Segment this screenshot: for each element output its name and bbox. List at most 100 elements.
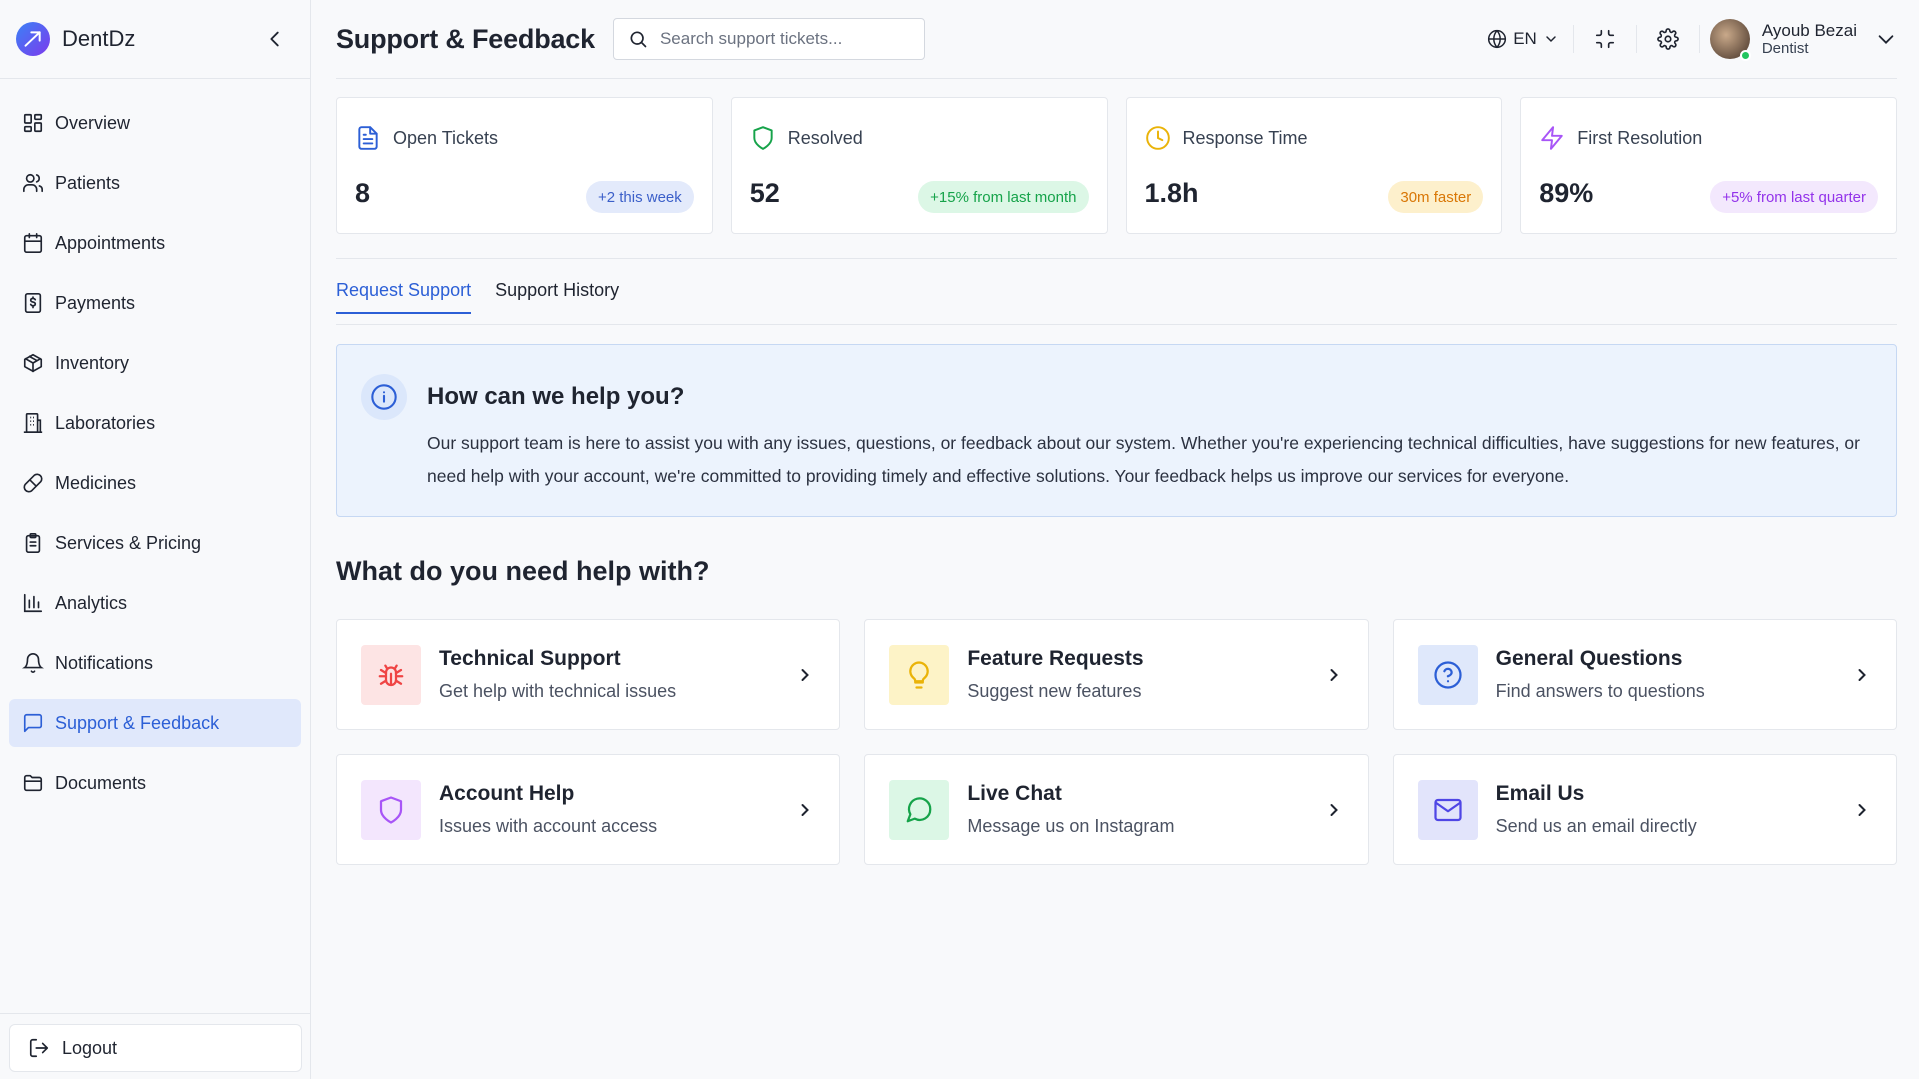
logout-button[interactable]: Logout [9, 1024, 302, 1072]
stat-label: Resolved [787, 127, 863, 148]
chevron-right-icon [1324, 800, 1344, 820]
sidebar-item-laboratories[interactable]: Laboratories [9, 399, 301, 447]
stat-card-open-tickets: Open Tickets 8 +2 this week [336, 97, 713, 234]
sidebar-item-patients[interactable]: Patients [9, 159, 301, 207]
sidebar-footer: Logout [0, 1013, 311, 1079]
avatar [1709, 19, 1751, 61]
message-square-icon [21, 711, 45, 735]
card-description: Message us on Instagram [967, 816, 1175, 836]
info-body: Our support team is here to assist you w… [427, 433, 1860, 486]
card-description: Send us an email directly [1495, 816, 1697, 836]
help-card-general-questions[interactable]: General Questions Find answers to questi… [1392, 619, 1897, 730]
user-menu[interactable]: Ayoub Bezai Dentist [1700, 19, 1897, 61]
chevron-down-icon [1543, 31, 1559, 47]
stat-value: 1.8h [1144, 178, 1199, 208]
stat-badge: +5% from last quarter [1710, 181, 1878, 213]
fullscreen-toggle-button[interactable] [1574, 19, 1636, 59]
sidebar-item-services-pricing[interactable]: Services & Pricing [9, 519, 301, 567]
sidebar: DentDz Overview Patients Appointments Pa… [0, 0, 311, 1079]
stat-label: Response Time [1182, 127, 1308, 148]
lightbulb-icon [889, 644, 950, 705]
clipboard-icon [21, 531, 45, 555]
card-title: Feature Requests [967, 647, 1144, 670]
language-label: EN [1513, 29, 1537, 48]
mail-icon [1417, 779, 1478, 840]
help-options-grid: Technical Support Get help with technica… [336, 619, 1897, 865]
stat-card-resolved: Resolved 52 +15% from last month [730, 97, 1108, 234]
sidebar-item-appointments[interactable]: Appointments [9, 219, 301, 267]
bug-icon [361, 644, 421, 705]
zap-icon [1539, 125, 1565, 151]
globe-icon [1487, 29, 1507, 49]
stat-badge: 30m faster [1388, 181, 1484, 213]
language-selector[interactable]: EN [1473, 29, 1573, 49]
sidebar-item-inventory[interactable]: Inventory [9, 339, 301, 387]
grid-icon [21, 111, 45, 135]
help-card-email-us[interactable]: Email Us Send us an email directly [1392, 754, 1897, 865]
chevron-right-icon [795, 665, 815, 685]
search-input[interactable] [659, 29, 910, 49]
info-icon [361, 374, 407, 420]
sidebar-item-label: Services & Pricing [55, 532, 202, 553]
dollar-receipt-icon [21, 291, 45, 315]
card-title: Account Help [439, 782, 575, 805]
sidebar-item-medicines[interactable]: Medicines [9, 459, 301, 507]
search-box[interactable] [612, 18, 925, 60]
stat-label: Open Tickets [393, 127, 499, 148]
help-card-account-help[interactable]: Account Help Issues with account access [336, 754, 841, 865]
search-icon [628, 29, 648, 49]
sidebar-item-payments[interactable]: Payments [9, 279, 301, 327]
sidebar-item-analytics[interactable]: Analytics [9, 579, 301, 627]
sidebar-item-label: Analytics [55, 592, 128, 613]
top-bar: Support & Feedback EN Ayoub B [336, 0, 1897, 79]
sidebar-item-support-feedback[interactable]: Support & Feedback [9, 699, 301, 747]
gear-icon [1656, 28, 1679, 50]
box-icon [21, 351, 45, 375]
top-right-controls: EN Ayoub Bezai Dentist [1473, 0, 1897, 79]
card-description: Issues with account access [439, 816, 658, 836]
sidebar-item-label: Medicines [55, 472, 137, 493]
minimize-icon [1594, 28, 1616, 50]
sidebar-item-documents[interactable]: Documents [9, 759, 301, 807]
card-description: Get help with technical issues [439, 681, 677, 701]
help-circle-icon [1417, 644, 1478, 705]
help-card-technical-support[interactable]: Technical Support Get help with technica… [336, 619, 841, 730]
bar-chart-icon [21, 591, 45, 615]
sidebar-nav: Overview Patients Appointments Payments … [0, 79, 310, 807]
sidebar-item-label: Appointments [55, 232, 166, 253]
card-title: Live Chat [967, 782, 1062, 805]
logout-icon [28, 1037, 50, 1059]
stat-label: First Resolution [1577, 127, 1703, 148]
main-content: Support & Feedback EN Ayoub B [312, 0, 1919, 1079]
calendar-icon [21, 231, 45, 255]
sidebar-item-label: Inventory [55, 352, 130, 373]
clock-icon [1145, 125, 1171, 151]
stat-badge: +15% from last month [918, 181, 1089, 213]
sidebar-item-label: Documents [55, 772, 147, 793]
sidebar-item-label: Support & Feedback [55, 712, 220, 733]
brand: DentDz [0, 0, 310, 79]
info-title: How can we help you? [427, 383, 685, 410]
settings-button[interactable] [1637, 19, 1699, 59]
support-tabs: Request Support Support History [336, 268, 1897, 325]
sidebar-item-notifications[interactable]: Notifications [9, 639, 301, 687]
help-card-feature-requests[interactable]: Feature Requests Suggest new features [864, 619, 1369, 730]
sidebar-item-label: Notifications [55, 652, 154, 673]
stats-row: Open Tickets 8 +2 this week Resolved 52 … [336, 97, 1897, 234]
tab-request-support[interactable]: Request Support [336, 268, 472, 314]
chevron-right-icon [795, 800, 815, 820]
brand-name: DentDz [62, 26, 136, 51]
card-description: Suggest new features [967, 681, 1142, 701]
brand-logo-icon [16, 22, 50, 56]
sidebar-item-label: Payments [55, 292, 136, 313]
sidebar-item-label: Patients [55, 172, 121, 193]
card-title: Technical Support [439, 647, 621, 670]
message-circle-icon [889, 779, 950, 840]
tab-support-history[interactable]: Support History [495, 268, 619, 313]
help-card-live-chat[interactable]: Live Chat Message us on Instagram [864, 754, 1369, 865]
collapse-sidebar-button[interactable] [264, 28, 286, 50]
help-section-title: What do you need help with? [336, 556, 710, 586]
file-text-icon [355, 125, 381, 151]
sidebar-item-overview[interactable]: Overview [9, 99, 301, 147]
chevron-down-icon [1875, 28, 1897, 50]
